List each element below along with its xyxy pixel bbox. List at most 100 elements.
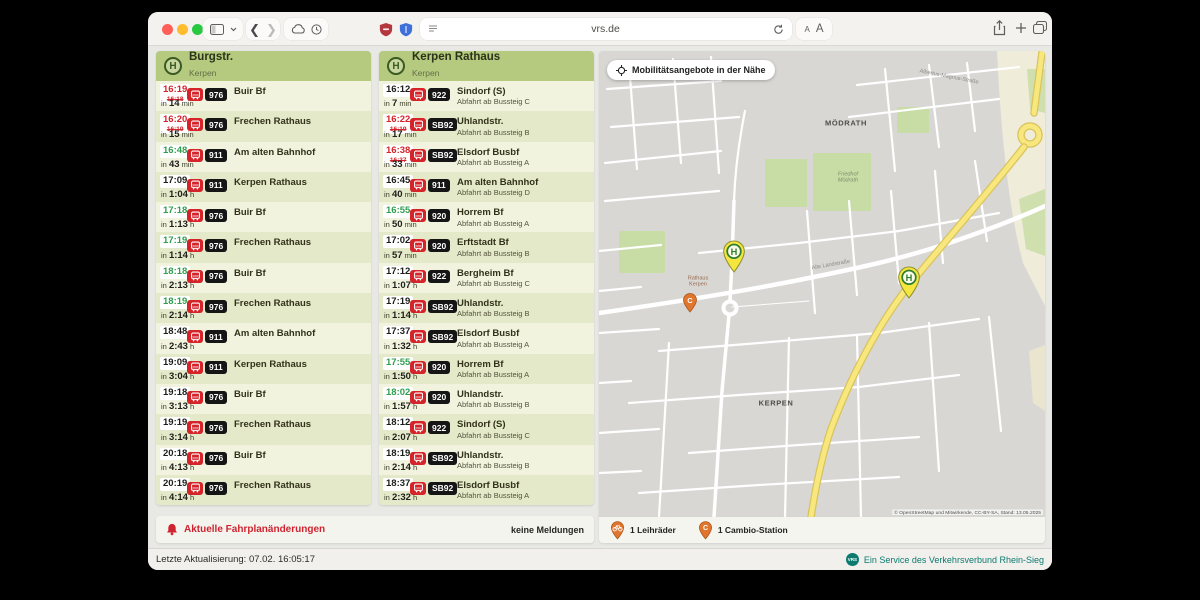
departure-row: 18:19 976 Frechen Rathaus in 2:14 h: [156, 293, 371, 323]
departure-time: 19:18: [163, 388, 187, 399]
countdown: in 1:14 h: [161, 250, 194, 261]
departure-time-box: 18:37: [383, 478, 413, 491]
line-number-badge: 911: [205, 361, 227, 374]
platform-info: Abfahrt ab Bussteig B: [457, 249, 590, 259]
share-icon[interactable]: [993, 20, 1006, 36]
departure-row: 17:19 976 Frechen Rathaus in 1:14 h: [156, 232, 371, 262]
increase-text-button[interactable]: A: [816, 23, 824, 35]
schedule-changes-bar[interactable]: Aktuelle Fahrplanänderungen keine Meldun…: [156, 516, 594, 543]
stop-map-pin[interactable]: H: [896, 266, 923, 299]
departure-row: 18:02 920 Uhlandstr. Abfahrt ab Bussteig…: [379, 384, 594, 414]
reader-view-icon[interactable]: [428, 25, 438, 33]
destination: Frechen Rathaus: [234, 237, 367, 248]
sidebar-toggle-button[interactable]: [203, 18, 243, 40]
departure-time-box: 19:18: [160, 387, 190, 400]
departure-row: 20:18 976 Buir Bf in 4:13 h: [156, 445, 371, 475]
bell-icon: [166, 523, 178, 536]
destination-block: Bergheim Bf Abfahrt ab Bussteig C: [457, 268, 590, 289]
icloud-icon[interactable]: [291, 24, 305, 34]
departure-time: 19:19: [163, 418, 187, 429]
departure-row: 17:02 920 Erftstadt Bf Abfahrt ab Busste…: [379, 232, 594, 262]
service-credit: VRS Ein Service des Verkehrsverbund Rhei…: [846, 553, 1044, 566]
legend-label: 1 Cambio-Station: [718, 525, 788, 535]
departure-time-box: 18:12: [383, 417, 413, 430]
destination: Sindorf (S): [457, 419, 590, 430]
destination-block: Uhlandstr. Abfahrt ab Bussteig B: [457, 298, 590, 319]
departure-row: 17:55 920 Horrem Bf Abfahrt ab Bussteig …: [379, 354, 594, 384]
departure-row: 17:18 976 Buir Bf in 1:13 h: [156, 202, 371, 232]
zoom-button[interactable]: [192, 24, 203, 35]
reload-icon[interactable]: [773, 24, 784, 35]
departure-time-box: 17:09: [160, 175, 190, 188]
destination-block: Elsdorf Busbf Abfahrt ab Bussteig A: [457, 147, 590, 168]
blocker-extension-icon[interactable]: [379, 22, 393, 37]
platform-info: Abfahrt ab Bussteig D: [457, 188, 590, 198]
line-number-badge: 976: [205, 88, 227, 101]
forward-button[interactable]: ❯: [266, 23, 277, 36]
new-tab-icon[interactable]: [1015, 22, 1027, 34]
departure-time: 16:45: [386, 176, 410, 187]
countdown: in 1:32 h: [384, 341, 417, 352]
address-bar[interactable]: vrs.de: [420, 18, 792, 40]
departure-row: 17:09 911 Kerpen Rathaus in 1:04 h: [156, 172, 371, 202]
departure-time-box: 18:19: [383, 448, 413, 461]
departure-time: 20:19: [163, 479, 187, 490]
destination-block: Buir Bf: [234, 268, 367, 279]
platform-info: Abfahrt ab Bussteig C: [457, 279, 590, 289]
cambio-pin-icon: C: [698, 521, 713, 540]
destination: Horrem Bf: [457, 359, 590, 370]
departure-time: 16:22: [386, 115, 410, 126]
countdown: in 2:14 h: [384, 462, 417, 473]
departure-time: 17:19: [163, 236, 187, 247]
url-text[interactable]: vrs.de: [438, 23, 773, 35]
map-canvas[interactable]: [599, 51, 1045, 517]
destination-block: Frechen Rathaus: [234, 480, 367, 491]
destination-block: Kerpen Rathaus: [234, 177, 367, 188]
departure-row: 17:37 SB92 Elsdorf Busbf Abfahrt ab Buss…: [379, 323, 594, 353]
tab-overview-icon[interactable]: [1033, 21, 1047, 34]
destination: Buir Bf: [234, 389, 367, 400]
line-number-badge: 920: [428, 209, 450, 222]
departure-time-box: 20:19: [160, 478, 190, 491]
departure-time: 16:19: [163, 85, 187, 96]
countdown: in 1:04 h: [161, 189, 194, 200]
countdown: in 33 min: [384, 159, 417, 170]
countdown: in 4:13 h: [161, 462, 194, 473]
departure-time: 16:55: [386, 206, 410, 217]
platform-info: Abfahrt ab Bussteig A: [457, 491, 590, 501]
countdown: in 2:14 h: [161, 310, 194, 321]
countdown: in 3:13 h: [161, 401, 194, 412]
destination-block: Horrem Bf Abfahrt ab Bussteig A: [457, 207, 590, 228]
chevron-down-icon: [230, 27, 237, 32]
destination-block: Am alten Bahnhof: [234, 147, 367, 158]
back-button[interactable]: ❮: [249, 23, 260, 36]
destination: Uhlandstr.: [457, 389, 590, 400]
stop-map-pin[interactable]: H: [721, 240, 748, 273]
mobility-offers-label: Mobilitätsangebote in der Nähe: [632, 65, 766, 75]
map-panel[interactable]: Mobilitätsangebote in der Nähe MÖDRATHKE…: [599, 51, 1045, 517]
cambio-map-pin[interactable]: C: [682, 293, 698, 313]
history-nav-group: ❮ ❯: [246, 18, 280, 40]
destination-block: Am alten Bahnhof Abfahrt ab Bussteig D: [457, 177, 590, 198]
destination: Elsdorf Busbf: [457, 147, 590, 158]
close-button[interactable]: [162, 24, 173, 35]
departure-time-box: 17:02: [383, 235, 413, 248]
svg-text:C: C: [687, 296, 693, 305]
mobility-offers-button[interactable]: Mobilitätsangebote in der Nähe: [607, 60, 775, 80]
line-number-badge: SB92: [428, 149, 457, 162]
reading-list-clock-icon[interactable]: [311, 24, 322, 35]
shield-extension-icon[interactable]: [399, 22, 413, 37]
decrease-text-button[interactable]: A: [804, 25, 809, 34]
departure-time: 18:02: [386, 388, 410, 399]
departure-time: 16:38: [386, 146, 410, 157]
minimize-button[interactable]: [177, 24, 188, 35]
destination-block: Sindorf (S) Abfahrt ab Bussteig C: [457, 419, 590, 440]
departure-time: 18:12: [386, 418, 410, 429]
destination-block: Horrem Bf Abfahrt ab Bussteig A: [457, 359, 590, 380]
destination: Uhlandstr.: [457, 116, 590, 127]
line-number-badge: 976: [205, 118, 227, 131]
departure-time: 20:18: [163, 449, 187, 460]
countdown: in 2:32 h: [384, 492, 417, 503]
destination-block: Uhlandstr. Abfahrt ab Bussteig B: [457, 389, 590, 410]
destination-block: Sindorf (S) Abfahrt ab Bussteig C: [457, 86, 590, 107]
